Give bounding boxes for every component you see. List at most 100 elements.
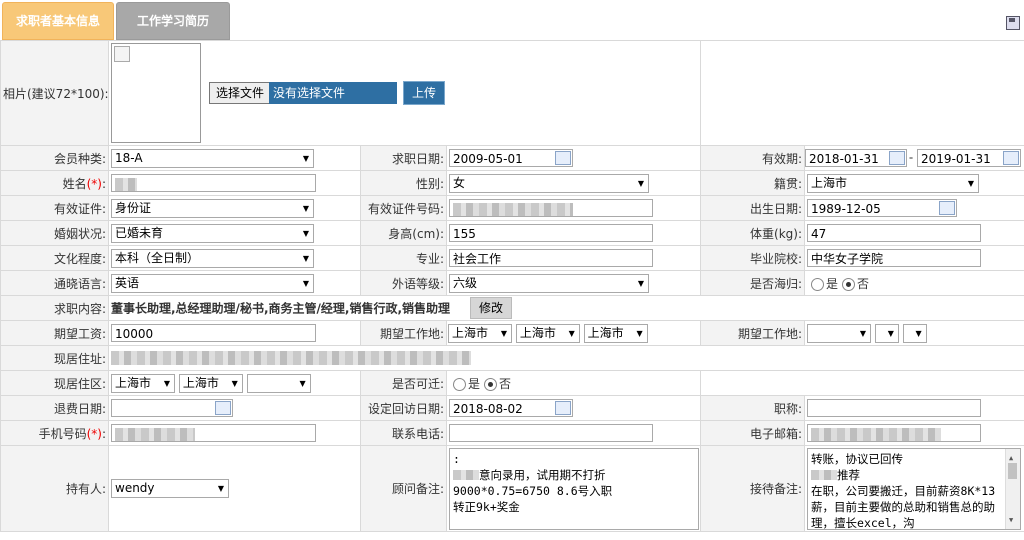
calendar-icon[interactable] — [889, 151, 906, 165]
mobile-input[interactable] — [111, 424, 316, 442]
id-type-label: 有效证件: — [0, 195, 109, 221]
calendar-icon[interactable] — [555, 401, 571, 415]
file-status: 没有选择文件 — [269, 82, 398, 104]
language-level-select[interactable]: 六级 ▼ — [449, 273, 649, 293]
email-input[interactable] — [807, 424, 982, 442]
salary-label: 期望工资: — [0, 320, 109, 346]
visit-date-label: 设定回访日期: — [360, 395, 447, 421]
chevron-down-icon: ▼ — [637, 278, 644, 288]
residence-area-label: 现居住区: — [0, 370, 109, 396]
chevron-down-icon: ▼ — [302, 278, 309, 288]
calendar-icon[interactable] — [939, 201, 956, 215]
edit-job-button[interactable]: 修改 — [470, 297, 513, 319]
residence-district-select[interactable]: ▼ — [246, 373, 311, 393]
chevron-down-icon: ▼ — [568, 328, 575, 338]
refund-date-label: 退费日期: — [0, 395, 109, 421]
member-type-select[interactable]: 18-A ▼ — [111, 148, 314, 168]
height-input[interactable]: 155 — [449, 224, 653, 242]
education-label: 文化程度: — [0, 245, 109, 271]
salary-input[interactable]: 10000 — [111, 324, 316, 342]
redacted-text — [811, 427, 942, 441]
phone-label: 联系电话: — [360, 420, 447, 446]
redacted-address — [111, 351, 471, 366]
member-type-label: 会员种类: — [0, 145, 109, 171]
relocate-no-label: 否 — [499, 376, 512, 391]
required-mark: (*) — [86, 176, 102, 191]
school-input[interactable]: 中华女子学院 — [807, 249, 982, 267]
tab-work-history[interactable]: 工作学习简历 — [116, 2, 230, 40]
address-label: 现居住址: — [0, 345, 109, 371]
weight-label: 体重(kg): — [700, 220, 806, 246]
calendar-icon[interactable] — [1003, 151, 1020, 165]
receiver-note-textarea[interactable]: 转账，协议已回传 推荐 在职，公司要搬迁，目前薪资8K*13薪，目前主要做的总助和销… — [807, 447, 1022, 530]
education-select[interactable]: 本科（全日制） ▼ — [111, 248, 314, 268]
chevron-down-icon: ▼ — [967, 178, 975, 188]
weight-input[interactable]: 47 — [807, 224, 982, 242]
scroll-down-icon[interactable]: ▼ — [1009, 512, 1013, 528]
redacted-text — [453, 470, 479, 480]
relocate-yes-label: 是 — [468, 376, 481, 391]
calendar-icon[interactable] — [555, 151, 571, 165]
upload-button[interactable]: 上传 — [403, 81, 446, 105]
choose-file-button[interactable]: 选择文件 — [209, 82, 272, 104]
id-type-select[interactable]: 身份证 ▼ — [111, 198, 314, 218]
photo-label: 相片(建议72*100): — [0, 40, 109, 146]
redacted-text — [811, 470, 838, 480]
calendar-icon[interactable] — [215, 401, 231, 415]
work-location-2-province-select[interactable]: ▼ — [807, 323, 872, 343]
job-title-input[interactable] — [807, 399, 982, 417]
relocate-yes-radio[interactable] — [453, 377, 466, 391]
height-label: 身高(cm): — [360, 220, 447, 246]
holder-label: 持有人: — [0, 445, 109, 532]
date-range-separator: - — [908, 150, 914, 165]
major-input[interactable]: 社会工作 — [449, 249, 653, 267]
returnee-yes-radio[interactable] — [811, 277, 825, 291]
photo-frame — [111, 43, 201, 143]
chevron-down-icon: ▼ — [500, 328, 507, 338]
relocate-no-radio[interactable] — [484, 377, 498, 391]
textarea-scrollbar[interactable]: ▲ ▼ — [1005, 448, 1021, 529]
email-label: 电子邮箱: — [700, 420, 806, 446]
chevron-down-icon: ▼ — [302, 203, 309, 213]
work-location-district-select[interactable]: 上海市 ▼ — [583, 323, 648, 343]
birth-date-input[interactable]: 1989-12-05 — [807, 199, 958, 217]
chevron-down-icon: ▼ — [915, 328, 922, 338]
redacted-text — [115, 177, 137, 191]
chevron-down-icon: ▼ — [217, 484, 224, 493]
redacted-text — [453, 202, 573, 216]
marital-select[interactable]: 已婚未育 ▼ — [111, 223, 314, 243]
language-select[interactable]: 英语 ▼ — [111, 273, 314, 293]
job-content-label: 求职内容: — [0, 295, 109, 321]
language-level-label: 外语等级: — [360, 270, 447, 296]
origin-label: 籍贯: — [700, 170, 806, 196]
returnee-no-radio[interactable] — [842, 277, 856, 291]
work-location-city-select[interactable]: 上海市 ▼ — [515, 323, 580, 343]
holder-select[interactable]: wendy ▼ — [111, 479, 229, 498]
gender-label: 性别: — [360, 170, 447, 196]
name-label: 姓名(*): — [0, 170, 109, 196]
major-label: 专业: — [360, 245, 447, 271]
gender-select[interactable]: 女 ▼ — [449, 173, 649, 193]
required-mark: (*) — [86, 426, 102, 441]
work-location-province-select[interactable]: 上海市 ▼ — [448, 323, 512, 343]
apply-date-label: 求职日期: — [360, 145, 447, 171]
residence-province-select[interactable]: 上海市 ▼ — [111, 373, 175, 393]
relocate-label: 是否可迁: — [360, 370, 447, 396]
tab-bar: 求职者基本信息 工作学习简历 — [0, 0, 1024, 40]
valid-label: 有效期: — [700, 145, 806, 171]
mobile-label: 手机号码(*): — [0, 420, 109, 446]
id-number-input[interactable] — [449, 199, 653, 217]
returnee-no-label: 否 — [857, 276, 870, 291]
origin-select[interactable]: 上海市 ▼ — [807, 173, 980, 193]
work-location-2-district-select[interactable]: ▼ — [902, 323, 927, 343]
chevron-down-icon: ▼ — [302, 253, 309, 263]
name-input[interactable] — [111, 174, 316, 192]
tab-basic-info[interactable]: 求职者基本信息 — [2, 2, 114, 40]
advisor-note-textarea[interactable]: : 意向录用，试用期不打折 9000*0.75=6750 8.6号入职 转正9k+奖金 — [449, 447, 699, 530]
work-location-2-city-select[interactable]: ▼ — [874, 323, 899, 343]
chevron-down-icon: ▼ — [636, 328, 643, 338]
phone-input[interactable] — [449, 424, 653, 442]
save-icon[interactable] — [1006, 16, 1020, 30]
residence-city-select[interactable]: 上海市 ▼ — [178, 373, 243, 393]
candidate-form: 相片(建议72*100): 选择文件 没有选择文件 上传 会员种类: 18-A ▼ 求… — [0, 40, 1024, 532]
